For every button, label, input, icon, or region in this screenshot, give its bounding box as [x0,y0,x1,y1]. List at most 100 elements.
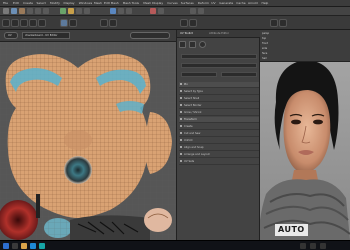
expand-arrow-icon [180,104,182,106]
toolkit-section[interactable]: Select Shell [179,96,259,102]
shelf-icon[interactable] [190,8,196,14]
viewport-icon[interactable] [279,19,287,27]
shelf-icon[interactable] [27,8,33,14]
shelf-icon[interactable] [35,8,41,14]
panel-toggle-icon[interactable] [180,19,188,27]
menu-item[interactable]: Modify [50,1,60,5]
menu-item[interactable]: Generate [219,1,233,5]
menu-item[interactable]: Display [64,1,75,5]
shelf-icon[interactable] [76,8,82,14]
menu-item[interactable]: Mesh [94,1,102,5]
windows-start-icon[interactable] [3,243,9,249]
shelf-icon[interactable] [68,8,74,14]
browser-icon[interactable] [30,243,36,249]
menu-item[interactable]: File [3,1,8,5]
menu-item[interactable]: Edit [13,1,19,5]
search-input[interactable] [181,54,257,59]
shelf-icon[interactable] [118,8,124,14]
toolkit-section-label: Select Shell [184,97,200,100]
select-tool-icon[interactable] [2,19,10,27]
folder-icon[interactable] [21,243,27,249]
tray-icon[interactable] [310,243,316,249]
menu-item[interactable]: Windows [79,1,92,5]
viewport-icon[interactable] [270,19,278,27]
shelf-icon[interactable] [60,8,66,14]
tab-uv-toolkit[interactable]: UV Toolkit [180,32,193,35]
toolkit-section[interactable]: UV Sets [179,159,259,165]
outliner-row[interactable]: front [262,42,348,46]
tab-attribute-editor[interactable]: Attribute Editor [209,32,229,35]
menu-item[interactable]: Select [37,1,46,5]
menu-item[interactable]: Create [23,1,33,5]
scale-tool-icon[interactable] [38,19,46,27]
shelf-icon[interactable] [11,8,17,14]
shelf-icon[interactable] [43,8,49,14]
uv-toggle-pill[interactable]: UV [4,32,18,39]
toolkit-section-label: UV Sets [184,160,195,163]
outliner-row[interactable]: side [262,47,348,51]
toolkit-section[interactable]: Select Border [179,103,259,109]
value-field[interactable] [181,63,257,68]
search-icon[interactable] [12,243,18,249]
uv-edge-icon[interactable] [199,41,206,48]
shelf-icon[interactable] [150,8,156,14]
tray-icon[interactable] [320,243,326,249]
menu-item[interactable]: Surfaces [181,1,194,5]
tray-icon[interactable] [300,243,306,249]
outliner-row[interactable]: top [262,37,348,41]
toolkit-section[interactable]: Pin [179,82,259,88]
menu-item[interactable]: Mesh Display [143,1,163,5]
shelf-icon[interactable] [110,8,116,14]
outliner-row[interactable]: persp [262,32,348,36]
lasso-tool-icon[interactable] [11,19,19,27]
shelf-icon[interactable] [19,8,25,14]
mouth-uv-island[interactable] [64,156,92,184]
shelf-icon[interactable] [3,8,9,14]
teeth-uv-island[interactable] [144,208,172,232]
menu-item[interactable]: Deform [198,1,209,5]
menu-item[interactable]: Arnold [248,1,258,5]
uv-seam [36,194,40,218]
uv-filter-pill[interactable] [130,32,170,39]
menu-item[interactable]: Cache [236,1,245,5]
menu-item[interactable]: Curves [167,1,177,5]
panel-toggle-icon[interactable] [189,19,197,27]
toolkit-icon-strip [179,40,259,50]
uv-select-icon[interactable] [179,41,186,48]
menu-item[interactable]: UV [211,1,215,5]
toolkit-section[interactable]: Align and Snap [179,145,259,151]
render-icon[interactable] [100,19,108,27]
toolkit-section[interactable]: Transform [179,117,259,123]
uv-shell-icon[interactable] [189,41,196,48]
toolkit-section[interactable]: Select by Type [179,89,259,95]
shelf-icon[interactable] [198,8,204,14]
snap-icon[interactable] [60,19,68,27]
uv-editor[interactable]: checkerboard - UV Editor UV [0,30,176,240]
outliner-row[interactable]: face [262,52,348,56]
snap-icon[interactable] [69,19,77,27]
shelf-icon[interactable] [158,8,164,14]
menu-item[interactable]: Edit Mesh [104,1,119,5]
autodesk-logo: AUTO [275,224,308,236]
menu-item[interactable]: Mesh Tools [123,1,139,5]
toolkit-section[interactable]: Arrange and Layout [179,152,259,158]
toolkit-section[interactable]: Unfold [179,138,259,144]
toolkit-section[interactable]: Grow / Shrink [179,110,259,116]
face-uv-shell[interactable] [5,54,151,218]
shelf-icon[interactable] [126,8,132,14]
uv-editor-tab[interactable]: checkerboard - UV Editor [22,32,70,39]
value-field[interactable] [221,72,257,77]
rotate-tool-icon[interactable] [29,19,37,27]
lash-uv-island[interactable] [70,215,150,240]
value-field[interactable] [181,72,217,77]
shelf-icon[interactable] [84,8,90,14]
maya-icon[interactable] [39,243,45,249]
render-icon[interactable] [109,19,117,27]
toolkit-section[interactable]: Create [179,124,259,130]
outliner-row[interactable]: hair [262,57,348,61]
uv-toggle-label: UV [8,34,12,37]
move-tool-icon[interactable] [20,19,28,27]
uv-canvas[interactable] [0,42,176,240]
menu-item[interactable]: Help [262,1,269,5]
toolkit-section[interactable]: Cut and Sew [179,131,259,137]
